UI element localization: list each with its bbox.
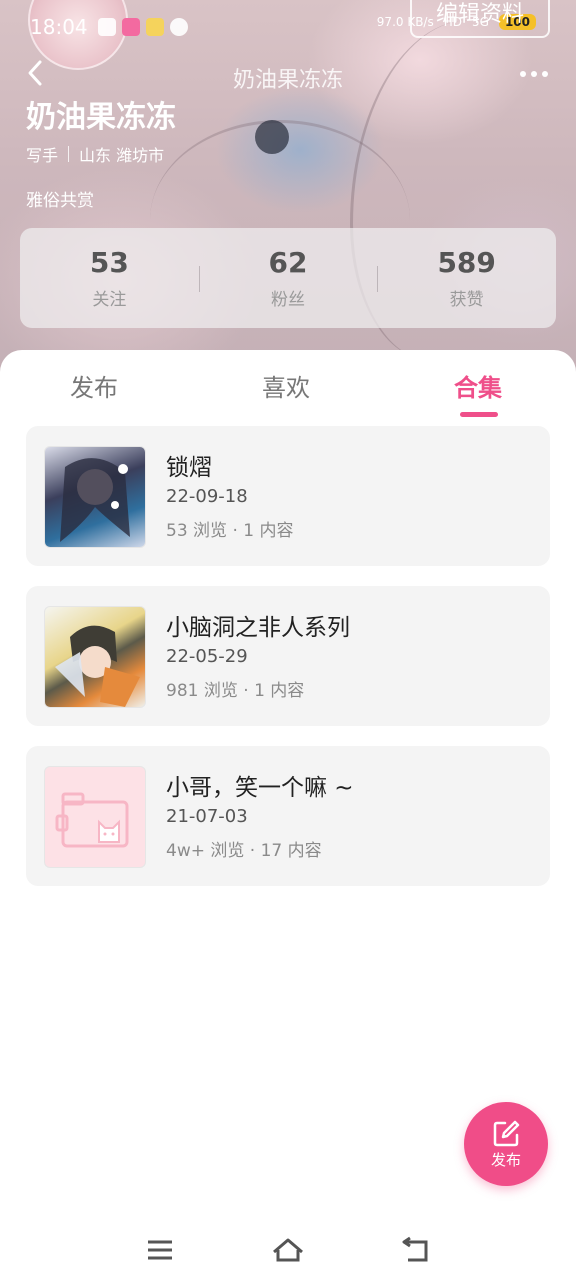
collection-card[interactable]: 小哥，笑一个嘛 ~ 21-07-03 4w+ 浏览 · 17 内容 bbox=[26, 746, 550, 886]
collection-stats: 4w+ 浏览 · 17 内容 bbox=[166, 841, 322, 861]
notification-icons bbox=[97, 18, 188, 36]
back-nav-icon[interactable] bbox=[396, 1230, 436, 1270]
chat-icon bbox=[169, 18, 188, 36]
collection-title: 小脑洞之非人系列 bbox=[166, 615, 350, 641]
app-notification-icon bbox=[145, 18, 164, 36]
home-icon[interactable] bbox=[268, 1230, 308, 1270]
tab-collections[interactable]: 合集 bbox=[454, 368, 502, 403]
collection-title: 小哥，笑一个嘛 ~ bbox=[166, 775, 354, 801]
collection-card[interactable]: 锁熠 22-09-18 53 浏览 · 1 内容 bbox=[26, 426, 550, 566]
stats-card: 53 关注 62 粉丝 589 获赞 bbox=[20, 228, 556, 328]
stat-value: 62 bbox=[268, 246, 308, 279]
nav-title: 奶油果冻冻 bbox=[232, 68, 343, 93]
user-location: 山东 潍坊市 bbox=[79, 146, 165, 165]
more-options-icon[interactable] bbox=[520, 62, 560, 86]
tab-posts[interactable]: 发布 bbox=[70, 368, 118, 403]
stat-value: 53 bbox=[89, 246, 129, 279]
user-role: 写手 bbox=[26, 146, 59, 165]
edit-icon bbox=[493, 1120, 520, 1146]
publish-button[interactable]: 发布 bbox=[464, 1102, 548, 1186]
collection-stats: 53 浏览 · 1 内容 bbox=[166, 521, 294, 541]
edit-profile-button[interactable]: 编辑资料 bbox=[410, 0, 550, 38]
user-name: 奶油果冻冻 bbox=[26, 100, 176, 135]
app-notification-icon bbox=[121, 18, 140, 36]
user-bio: 雅俗共赏 bbox=[26, 191, 94, 211]
app-notification-icon bbox=[97, 18, 116, 36]
collection-date: 22-05-29 bbox=[166, 646, 248, 667]
stat-following[interactable]: 53 关注 bbox=[20, 246, 199, 310]
collection-placeholder-icon bbox=[44, 766, 146, 868]
tab-bar: 发布 喜欢 合集 bbox=[0, 368, 576, 428]
divider bbox=[68, 146, 70, 162]
stat-value: 589 bbox=[437, 246, 496, 279]
stat-label: 粉丝 bbox=[271, 290, 305, 310]
collection-cover-image bbox=[44, 446, 146, 548]
stat-label: 关注 bbox=[92, 290, 127, 310]
stat-label: 获赞 bbox=[449, 290, 484, 310]
tab-active-indicator bbox=[460, 412, 498, 417]
user-meta: 写手 山东 潍坊市 bbox=[26, 142, 164, 166]
collection-card[interactable]: 小脑洞之非人系列 22-05-29 981 浏览 · 1 内容 bbox=[26, 586, 550, 726]
publish-label: 发布 bbox=[490, 1150, 521, 1169]
collection-stats: 981 浏览 · 1 内容 bbox=[166, 681, 305, 701]
collection-date: 22-09-18 bbox=[166, 486, 248, 507]
system-nav-bar bbox=[0, 1220, 576, 1280]
stat-followers[interactable]: 62 粉丝 bbox=[198, 246, 378, 310]
menu-icon[interactable] bbox=[140, 1230, 180, 1270]
collection-cover-image bbox=[44, 606, 146, 708]
stat-likes[interactable]: 589 获赞 bbox=[377, 246, 556, 310]
status-time: 18:04 bbox=[30, 15, 88, 39]
collection-date: 21-07-03 bbox=[166, 806, 248, 827]
collection-title: 锁熠 bbox=[166, 455, 212, 481]
tab-likes[interactable]: 喜欢 bbox=[262, 368, 310, 403]
